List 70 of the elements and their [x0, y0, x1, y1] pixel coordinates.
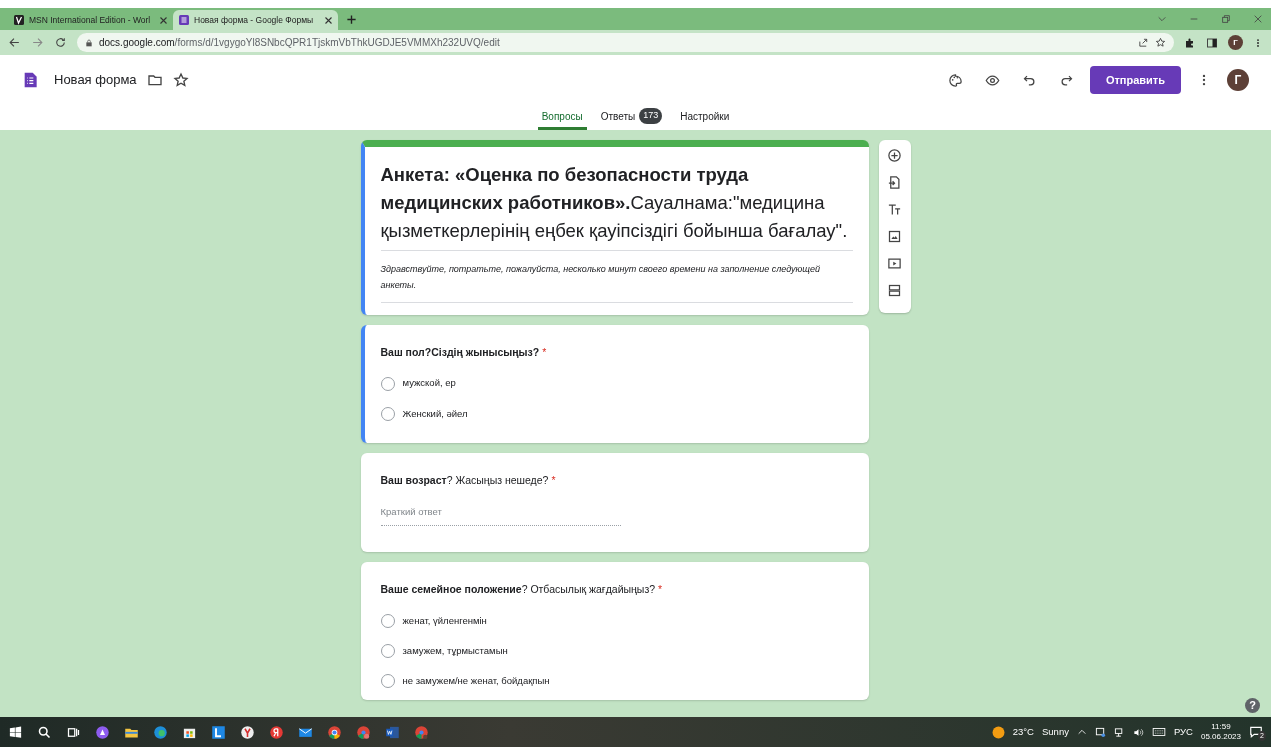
section-icon[interactable] [887, 283, 902, 298]
reload-icon[interactable] [54, 36, 67, 49]
option-label[interactable]: мужской, ер [402, 376, 456, 391]
import-icon[interactable] [887, 175, 902, 190]
form-tab[interactable]: Ответы 173 [596, 105, 667, 130]
forward-icon[interactable] [31, 36, 44, 49]
url-text: docs.google.com/forms/d/1vgygoYl8SNbcQPR1TjskmVbThkUGDJE5VMMXh232UVQ/edit [99, 36, 500, 50]
language-indicator[interactable]: РУС [1173, 724, 1193, 740]
image-icon[interactable] [887, 229, 902, 244]
eye-icon[interactable] [984, 72, 1000, 88]
form-title[interactable]: Анкета: «Оценка по безопасности труда медицинских работников».Сауалнама:"медицина қызметкерлерінің еңбек қауіпсіздігі бойынша бағалау". [380, 161, 853, 252]
option-label[interactable]: женат, үйленгенмін [402, 613, 487, 628]
windows-icon[interactable] [8, 724, 23, 740]
video-icon[interactable] [887, 256, 902, 271]
question-title[interactable]: Ваш пол?Сіздің жынысыңыз? [380, 344, 540, 361]
profile-avatar[interactable]: Г [1228, 35, 1243, 50]
required-mark: * [542, 344, 547, 360]
option-label[interactable]: Женский, әйел [402, 406, 468, 421]
forms-icon [178, 14, 190, 26]
keyboard-icon[interactable] [1151, 725, 1166, 739]
site-icon [13, 14, 25, 26]
chat-icon [1249, 725, 1263, 739]
volume-icon[interactable] [1132, 726, 1144, 738]
send-button[interactable]: Отправить [1089, 65, 1181, 95]
browser-tab[interactable]: MSN International Edition - Worl [8, 10, 173, 30]
chrome-icon[interactable] [356, 724, 371, 740]
restore-icon[interactable] [1221, 14, 1231, 24]
weather-text: Sunny [1042, 724, 1069, 739]
address-bar[interactable]: docs.google.com/forms/d/1vgygoYl8SNbcQPR1TjskmVbThkUGDJE5VMMXh232UVQ/edit [77, 33, 1174, 52]
search-icon[interactable] [37, 724, 52, 740]
browser-icon[interactable] [240, 724, 255, 740]
assistant-icon[interactable] [95, 724, 110, 740]
add-icon[interactable] [887, 148, 902, 163]
form-tab[interactable]: Настройки [676, 105, 734, 130]
app-icon[interactable] [211, 724, 226, 740]
palette-icon[interactable] [947, 72, 963, 88]
close-icon[interactable] [159, 15, 168, 25]
form-description[interactable]: Здравствуйте, потратьте, пожалуйста, несколько минут своего времени на заполнение следующей анкеты. [380, 251, 853, 303]
back-icon[interactable] [8, 36, 21, 49]
tray-icon[interactable] [1094, 726, 1106, 738]
option-label[interactable]: замужем, тұрмыстамын [402, 643, 508, 659]
required-mark: * [551, 472, 556, 488]
browser-tab[interactable]: Новая форма - Google Формы [173, 10, 338, 30]
share-icon[interactable] [1138, 37, 1149, 48]
sun-icon [991, 725, 1005, 739]
caret-up-icon[interactable] [1076, 727, 1087, 737]
browser-icon[interactable] [269, 724, 284, 740]
side-panel-icon[interactable] [1206, 36, 1218, 49]
folder-icon[interactable] [146, 72, 163, 88]
option-label[interactable]: не замужем/не женат, бойдақпын [402, 674, 550, 689]
close-icon[interactable] [324, 15, 333, 25]
question-title[interactable]: Ваше семейное положение? Отбасылық жағдайыңыз? [380, 581, 656, 598]
star-icon[interactable] [172, 72, 189, 88]
question-title[interactable]: Ваш возраст? Жасыңыз нешеде? [380, 472, 549, 489]
new-tab-icon[interactable] [346, 13, 357, 25]
clock[interactable]: 11:59 05.06.2023 [1200, 722, 1241, 742]
edge-icon[interactable] [153, 724, 168, 740]
chrome-icon[interactable] [327, 724, 342, 740]
word-icon[interactable] [385, 724, 400, 740]
network-icon[interactable] [1113, 726, 1125, 738]
puzzle-icon[interactable] [1184, 36, 1196, 49]
required-mark: * [658, 581, 663, 597]
account-avatar[interactable]: Г [1227, 69, 1249, 91]
text-icon[interactable] [887, 202, 902, 217]
temperature-text: 23°C [1012, 724, 1034, 739]
help-button[interactable]: ? [1245, 698, 1260, 713]
lock-icon [85, 38, 93, 47]
form-name[interactable]: Новая форма [54, 70, 137, 90]
star-icon[interactable] [1155, 37, 1166, 48]
count-badge: 173 [639, 108, 663, 124]
